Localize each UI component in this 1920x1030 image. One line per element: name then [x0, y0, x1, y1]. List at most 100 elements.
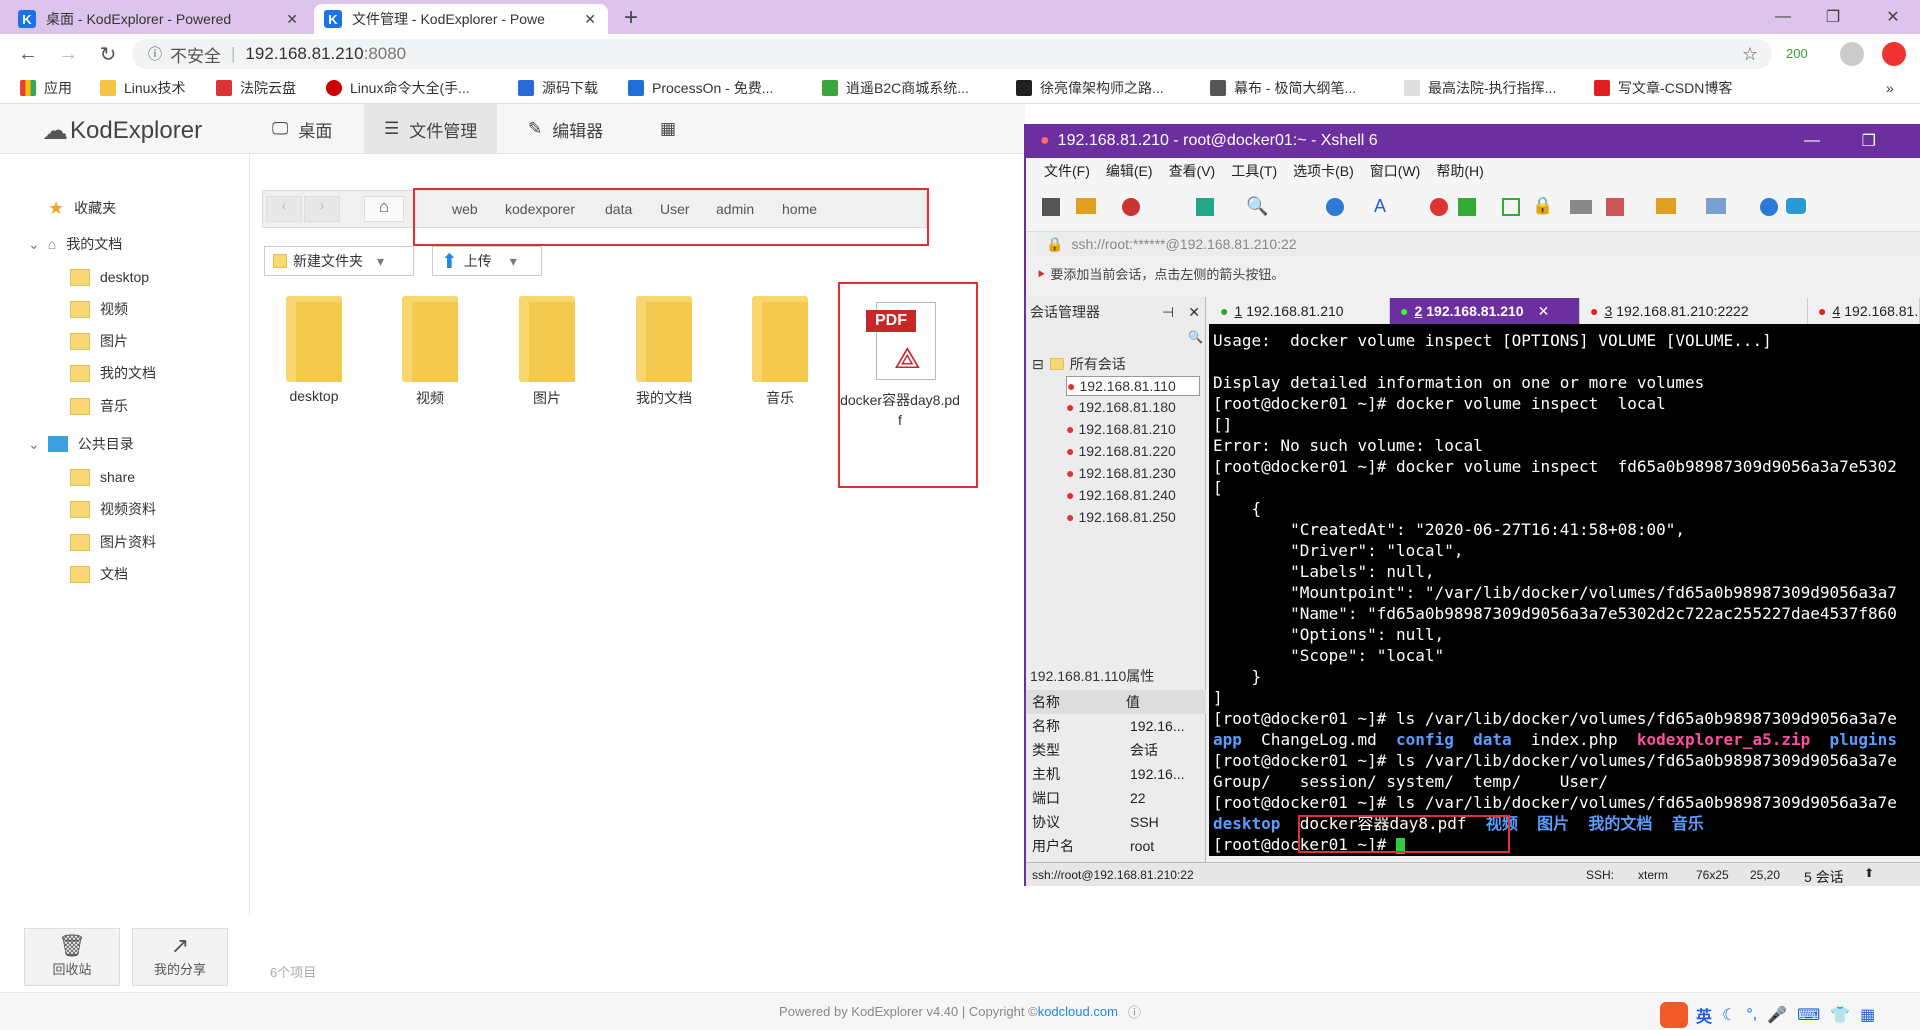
help-icon[interactable]: ⓘ — [1128, 1002, 1141, 1021]
close-tab-icon[interactable]: ✕ — [584, 11, 596, 28]
search-icon[interactable]: 🔍 — [1246, 196, 1268, 217]
grid-icon[interactable]: ▦ — [1860, 1005, 1875, 1025]
back-icon[interactable]: ← — [14, 40, 42, 68]
close-tab-icon[interactable]: ✕ — [1538, 303, 1550, 320]
copy-icon[interactable] — [1196, 198, 1214, 216]
menu-tabs[interactable]: 选项卡(B) — [1293, 161, 1354, 181]
chevron-down-icon[interactable]: ▾ — [377, 253, 384, 270]
close-panel-icon[interactable]: ✕ — [1188, 304, 1200, 320]
restore-icon[interactable]: ❐ — [1862, 131, 1876, 151]
grid-menu-icon[interactable]: ▦ — [640, 104, 696, 154]
mic-icon[interactable]: 🎤 — [1767, 1005, 1787, 1025]
session-item[interactable]: ● 192.168.81.240 — [1066, 487, 1176, 503]
file-item-folder[interactable]: 我的文档 — [614, 296, 714, 416]
bookmark-source[interactable]: 源码下载 — [518, 77, 598, 99]
menu-tools[interactable]: 工具(T) — [1231, 161, 1277, 181]
punct-icon[interactable]: °, — [1746, 1006, 1757, 1024]
link-icon[interactable] — [1122, 198, 1140, 216]
close-window-icon[interactable]: ✕ — [1870, 0, 1916, 34]
menu-view[interactable]: 查看(V) — [1169, 161, 1216, 181]
tree-item[interactable]: 图片 — [0, 326, 250, 356]
forward-icon[interactable]: → — [54, 40, 82, 68]
reload-icon[interactable]: ↻ — [94, 40, 122, 68]
session-search-icon[interactable]: 🔍 — [1188, 330, 1203, 344]
recycle-bin-button[interactable]: 🗑 回收站 — [24, 928, 120, 986]
folder-plus-icon[interactable] — [1656, 198, 1676, 214]
tree-item[interactable]: 文档 — [0, 559, 250, 589]
bookmark-court-cloud[interactable]: 法院云盘 — [216, 77, 296, 99]
bookmark-csdn[interactable]: 写文章-CSDN博客 — [1594, 77, 1732, 99]
session-tab-2-active[interactable]: ● 2 192.168.81.210 ✕ — [1390, 298, 1580, 324]
extension-badge[interactable]: 200 — [1786, 46, 1808, 61]
scroll-up-icon[interactable]: ⬆ — [1864, 866, 1874, 880]
browser-tab-filemgr[interactable]: K 文件管理 - KodExplorer - Powe ✕ — [314, 4, 608, 34]
bookmark-architect[interactable]: 徐亮偉架构师之路... — [1016, 77, 1164, 99]
new-session-icon[interactable] — [1042, 198, 1060, 216]
xshell-icon[interactable] — [1430, 198, 1448, 216]
nav-file-manager[interactable]: ☰ 文件管理 — [364, 104, 498, 154]
file-item-folder[interactable]: 视频 — [380, 296, 480, 416]
session-item[interactable]: ● 192.168.81.220 — [1066, 443, 1176, 459]
tree-my-docs[interactable]: ⌄ ⌂ 我的文档 — [0, 229, 250, 259]
chat-icon[interactable] — [1786, 198, 1806, 214]
pin-icon[interactable]: ⊣ — [1162, 304, 1174, 320]
terminal[interactable]: Usage: docker volume inspect [OPTIONS] V… — [1209, 324, 1920, 856]
session-item[interactable]: ● 192.168.81.180 — [1066, 399, 1176, 415]
browser-tab-desktop[interactable]: K 桌面 - KodExplorer - Powered ✕ — [8, 4, 310, 34]
chevron-down-icon[interactable]: ⌄ — [28, 436, 40, 453]
menu-help[interactable]: 帮助(H) — [1436, 161, 1483, 181]
tree-item[interactable]: 音乐 — [0, 391, 250, 421]
session-tab-3[interactable]: ● 3 192.168.81.210:2222 — [1580, 298, 1808, 324]
kodcloud-link[interactable]: kodcloud.com — [1038, 1004, 1118, 1019]
tree-favorites[interactable]: ★ 收藏夹 — [0, 193, 250, 223]
info-icon[interactable]: ⓘ — [148, 44, 162, 64]
tree-item[interactable]: 视频 — [0, 294, 250, 324]
tree-item[interactable]: desktop — [0, 262, 250, 292]
chevron-down-icon[interactable]: ⌄ — [28, 236, 40, 253]
font-icon[interactable]: A — [1374, 196, 1386, 217]
collapse-icon[interactable]: ⊟ — [1032, 356, 1044, 373]
open-folder-icon[interactable] — [1076, 198, 1096, 214]
bookmark-court-exec[interactable]: 最高法院-执行指挥... — [1404, 77, 1556, 99]
minimize-icon[interactable]: — — [1804, 132, 1820, 150]
file-item-folder[interactable]: desktop — [264, 296, 364, 416]
xftp-icon[interactable] — [1458, 198, 1476, 216]
forward-arrow-icon[interactable]: › — [304, 196, 340, 222]
upload-button[interactable]: ⬆ 上传 ▾ — [432, 246, 542, 276]
minimize-icon[interactable]: — — [1760, 0, 1806, 34]
menu-window[interactable]: 窗口(W) — [1370, 161, 1421, 181]
ime-lang[interactable]: 英 — [1696, 1003, 1712, 1027]
sogou-logo-icon[interactable] — [1660, 1002, 1688, 1028]
menu-file[interactable]: 文件(F) — [1044, 161, 1090, 181]
session-item[interactable]: ● 192.168.81.250 — [1066, 509, 1176, 525]
home-icon[interactable]: ⌂ — [364, 196, 404, 222]
fullscreen-icon[interactable] — [1502, 198, 1520, 216]
nav-editor[interactable]: ✎ 编辑器 — [508, 104, 623, 154]
layout-icon[interactable] — [1706, 198, 1726, 214]
bookmark-apps[interactable]: 应用 — [20, 77, 72, 99]
tree-item[interactable]: share — [0, 462, 250, 492]
lock-icon[interactable]: 🔒 — [1532, 196, 1553, 216]
profile-avatar[interactable] — [1840, 42, 1864, 66]
chevron-down-icon[interactable]: ▾ — [510, 253, 517, 270]
close-tab-icon[interactable]: ✕ — [286, 11, 298, 28]
globe-icon[interactable] — [1326, 198, 1344, 216]
back-arrow-icon[interactable]: ‹ — [266, 196, 302, 222]
session-tree-root[interactable]: ⊟ 所有会话 — [1032, 354, 1126, 374]
address-bar[interactable]: ⓘ 不安全 | 192.168.81.210 :8080 ☆ — [132, 39, 1772, 69]
tree-item[interactable]: 视频资料 — [0, 494, 250, 524]
session-item[interactable]: ● 192.168.81.210 — [1066, 421, 1176, 437]
file-item-folder[interactable]: 音乐 — [730, 296, 830, 416]
tree-item[interactable]: 我的文档 — [0, 358, 250, 388]
menu-edit[interactable]: 编辑(E) — [1106, 161, 1153, 181]
kod-logo[interactable]: ☁ KodExplorer — [42, 115, 202, 146]
tree-public[interactable]: ⌄ 公共目录 — [0, 429, 250, 459]
skin-icon[interactable]: 👕 — [1830, 1005, 1850, 1025]
new-folder-button[interactable]: 新建文件夹 ▾ — [264, 246, 414, 276]
new-tab-button[interactable]: + — [624, 4, 638, 32]
bookmark-mubu[interactable]: 幕布 - 极简大纲笔... — [1210, 77, 1356, 99]
highlight-icon[interactable] — [1606, 198, 1624, 216]
keyboard-icon[interactable]: ⌨ — [1797, 1005, 1820, 1025]
session-tab-1[interactable]: ● 1 192.168.81.210 — [1210, 298, 1390, 324]
add-session-arrow-icon[interactable]: ⯈ — [1036, 267, 1046, 282]
